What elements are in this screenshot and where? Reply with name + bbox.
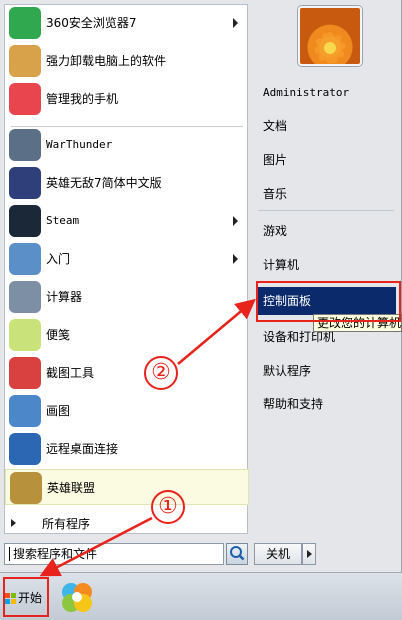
program-item-label: 截图工具 bbox=[46, 366, 95, 380]
program-item-label: 管理我的手机 bbox=[46, 92, 119, 106]
search-button[interactable] bbox=[226, 543, 248, 565]
sticky-notes-icon bbox=[9, 319, 41, 351]
all-programs-button[interactable]: 所有程序 bbox=[4, 512, 248, 536]
program-item-label: 360安全浏览器7 bbox=[46, 16, 137, 30]
program-item-steam[interactable]: Steam bbox=[5, 203, 249, 239]
getting-started-icon bbox=[9, 243, 41, 275]
taskbar-app-button[interactable] bbox=[58, 578, 96, 616]
flower-icon bbox=[314, 32, 346, 64]
place-item-help-support[interactable]: 帮助和支持 bbox=[256, 389, 396, 419]
place-item-user[interactable]: Administrator bbox=[256, 78, 396, 108]
paint-palette-icon bbox=[9, 395, 41, 427]
program-item-getting-started[interactable]: 入门 bbox=[5, 241, 249, 277]
divider bbox=[11, 126, 243, 127]
user-avatar[interactable] bbox=[298, 6, 362, 66]
control-panel-highlight bbox=[256, 281, 401, 322]
program-item-360-browser[interactable]: 360安全浏览器7 bbox=[5, 5, 249, 41]
colorful-app-icon bbox=[62, 583, 92, 612]
program-item-uninstaller[interactable]: 强力卸载电脑上的软件 bbox=[5, 43, 249, 79]
place-item-pictures[interactable]: 图片 bbox=[256, 145, 396, 175]
program-item-label: 英雄联盟 bbox=[47, 481, 96, 495]
lol-icon bbox=[10, 472, 42, 504]
chevron-right-icon[interactable] bbox=[233, 18, 238, 28]
warthunder-icon bbox=[9, 129, 41, 161]
place-item-games[interactable]: 游戏 bbox=[256, 216, 396, 246]
trash-recycle-icon bbox=[9, 45, 41, 77]
program-item-label: 强力卸载电脑上的软件 bbox=[46, 54, 167, 68]
chevron-right-icon[interactable] bbox=[233, 254, 238, 264]
program-item-remote-desktop[interactable]: 远程桌面连接 bbox=[5, 431, 249, 467]
program-item-label: 英雄无敌7简体中文版 bbox=[46, 176, 162, 190]
program-item-label: 计算器 bbox=[46, 290, 83, 304]
program-item-calculator[interactable]: 计算器 bbox=[5, 279, 249, 315]
chevron-right-icon[interactable] bbox=[233, 216, 238, 226]
calculator-icon bbox=[9, 281, 41, 313]
program-item-label: 远程桌面连接 bbox=[46, 442, 119, 456]
start-menu-programs-pane: 360安全浏览器7 强力卸载电脑上的软件 管理我的手机 WarThunder 英雄无敌7… bbox=[4, 4, 249, 534]
place-item-default-programs[interactable]: 默认程序 bbox=[256, 356, 396, 386]
step-1-marker: ① bbox=[151, 490, 185, 524]
program-item-label: 便笺 bbox=[46, 328, 71, 342]
program-item-paint[interactable]: 画图 bbox=[5, 393, 249, 429]
taskbar: 开始 bbox=[0, 572, 402, 620]
program-item-phone-manager[interactable]: 管理我的手机 bbox=[5, 81, 249, 117]
text-cursor bbox=[9, 547, 10, 561]
shutdown-options-button[interactable] bbox=[302, 543, 316, 565]
place-item-computer[interactable]: 计算机 bbox=[256, 250, 396, 280]
place-item-music[interactable]: 音乐 bbox=[256, 179, 396, 209]
warcraft-icon bbox=[9, 167, 41, 199]
360-browser-icon bbox=[9, 7, 41, 39]
search-icon bbox=[230, 546, 245, 561]
program-item-snipping-tool[interactable]: 截图工具 bbox=[5, 355, 249, 391]
program-item-label: Steam bbox=[46, 214, 80, 227]
shutdown-button[interactable]: 关机 bbox=[254, 543, 302, 565]
phone-manager-icon bbox=[9, 83, 41, 115]
program-item-warcraft3[interactable]: 英雄无敌7简体中文版 bbox=[5, 165, 249, 201]
program-item-label: 画图 bbox=[46, 404, 71, 418]
all-programs-label: 所有程序 bbox=[42, 517, 91, 531]
search-input-text: 搜索程序和文件 bbox=[13, 547, 98, 561]
scissors-icon bbox=[9, 357, 41, 389]
chevron-right-icon bbox=[307, 550, 312, 558]
place-item-documents[interactable]: 文档 bbox=[256, 111, 396, 141]
divider bbox=[258, 210, 394, 211]
chevron-right-icon bbox=[11, 519, 16, 527]
steam-icon bbox=[9, 205, 41, 237]
program-item-label: 入门 bbox=[46, 252, 71, 266]
program-item-sticky-notes[interactable]: 便笺 bbox=[5, 317, 249, 353]
start-button-highlight bbox=[3, 577, 49, 617]
program-item-league-of-legends[interactable]: 英雄联盟 bbox=[5, 469, 249, 505]
program-item-label: WarThunder bbox=[46, 138, 113, 151]
remote-desktop-icon bbox=[9, 433, 41, 465]
search-input[interactable]: 搜索程序和文件 bbox=[4, 543, 224, 565]
program-item-warthunder[interactable]: WarThunder bbox=[5, 127, 249, 163]
step-2-marker: ② bbox=[144, 356, 178, 390]
